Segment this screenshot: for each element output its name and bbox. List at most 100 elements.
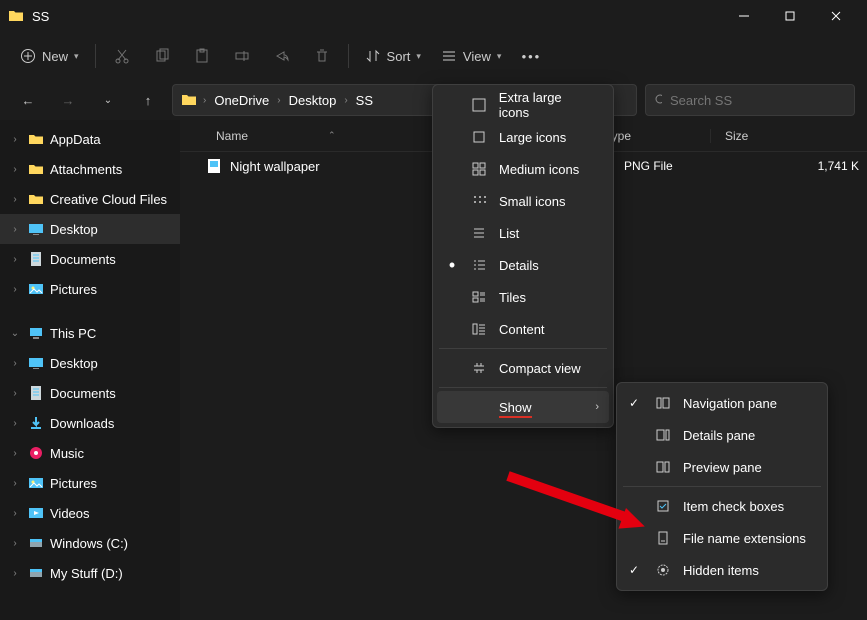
minimize-button[interactable] xyxy=(721,0,767,32)
rename-icon xyxy=(234,48,250,64)
view-mode-icon xyxy=(471,194,487,208)
paste-icon xyxy=(194,48,210,64)
separator xyxy=(623,486,821,487)
menu-item[interactable]: Item check boxes xyxy=(621,490,823,522)
file-name: Night wallpaper xyxy=(230,159,320,174)
separator xyxy=(95,44,96,68)
copy-button[interactable] xyxy=(144,38,180,74)
sidebar-item-label: Pictures xyxy=(50,282,97,297)
separator xyxy=(439,348,607,349)
sidebar-item[interactable]: ›AppData xyxy=(0,124,180,154)
menu-item[interactable]: Large icons xyxy=(437,121,609,153)
menu-item-label: Content xyxy=(499,322,545,337)
chevron-right-icon: › xyxy=(595,401,599,413)
file-type: PNG File xyxy=(610,159,730,173)
check-icon: ✓ xyxy=(629,563,643,577)
forward-button[interactable]: → xyxy=(52,84,84,116)
menu-item[interactable]: •Details xyxy=(437,249,609,281)
sidebar-item[interactable]: ›Creative Cloud Files xyxy=(0,184,180,214)
file-list-area: Name⌃ Type Size Night wallpaper :35 PNG … xyxy=(180,120,867,620)
menu-item-label: Details pane xyxy=(683,428,755,443)
trash-icon xyxy=(314,48,330,64)
menu-item[interactable]: File name extensions xyxy=(621,522,823,554)
window-title: SS xyxy=(32,9,721,24)
up-button[interactable]: ↑ xyxy=(132,84,164,116)
search-icon xyxy=(654,93,662,107)
recent-button[interactable]: ⌄ xyxy=(92,84,124,116)
breadcrumb-item[interactable]: Desktop xyxy=(287,93,339,108)
folder-icon xyxy=(8,8,24,24)
column-size[interactable]: Size xyxy=(710,129,867,143)
pane-icon xyxy=(655,563,671,577)
toolbar: New ▾ Sort ▾ View ▾ ••• xyxy=(0,32,867,80)
paste-button[interactable] xyxy=(184,38,220,74)
menu-item-label: Item check boxes xyxy=(683,499,784,514)
menu-item[interactable]: List xyxy=(437,217,609,249)
search-box[interactable] xyxy=(645,84,855,116)
view-mode-icon xyxy=(471,130,487,144)
menu-item[interactable]: Small icons xyxy=(437,185,609,217)
breadcrumb-item[interactable]: SS xyxy=(354,93,375,108)
sidebar-item-label: Attachments xyxy=(50,162,122,177)
rename-button[interactable] xyxy=(224,38,260,74)
menu-item[interactable]: ✓Navigation pane xyxy=(621,387,823,419)
chevron-right-icon: › xyxy=(8,164,22,175)
menu-item[interactable]: Preview pane xyxy=(621,451,823,483)
sidebar-item[interactable]: › Attachments xyxy=(0,154,180,184)
share-button[interactable] xyxy=(264,38,300,74)
menu-item[interactable]: Details pane xyxy=(621,419,823,451)
pane-icon xyxy=(655,428,671,442)
menu-item-label: Hidden items xyxy=(683,563,759,578)
menu-item[interactable]: Medium icons xyxy=(437,153,609,185)
sidebar-item[interactable]: ›Pictures xyxy=(0,274,180,304)
view-button[interactable]: View ▾ xyxy=(433,38,509,74)
menu-item[interactable]: ✓ Hidden items xyxy=(621,554,823,586)
menu-item[interactable]: Content xyxy=(437,313,609,345)
chevron-right-icon: › xyxy=(8,254,22,265)
menu-item-label: Navigation pane xyxy=(683,396,777,411)
sidebar-item[interactable]: ›Music xyxy=(0,438,180,468)
show-submenu: ✓Navigation paneDetails panePreview pane… xyxy=(616,382,828,591)
sidebar-item[interactable]: ›My Stuff (D:) xyxy=(0,558,180,588)
chevron-right-icon: › xyxy=(8,538,22,549)
sidebar-item-label: Pictures xyxy=(50,476,97,491)
copy-icon xyxy=(154,48,170,64)
pane-icon xyxy=(655,499,671,513)
sort-button[interactable]: Sort ▾ xyxy=(357,38,429,74)
sidebar-item[interactable]: › Documents xyxy=(0,244,180,274)
new-button[interactable]: New ▾ xyxy=(12,38,87,74)
chevron-right-icon: › xyxy=(8,568,22,579)
maximize-button[interactable] xyxy=(767,0,813,32)
search-input[interactable] xyxy=(670,93,846,108)
sidebar-item[interactable]: ›Desktop xyxy=(0,348,180,378)
more-button[interactable]: ••• xyxy=(513,38,549,74)
view-mode-icon xyxy=(471,322,487,336)
menu-item[interactable]: Extra large icons xyxy=(437,89,609,121)
sidebar-item[interactable]: ›Videos xyxy=(0,498,180,528)
cut-button[interactable] xyxy=(104,38,140,74)
menu-item-label: Details xyxy=(499,258,539,273)
sidebar-item[interactable]: ›Windows (C:) xyxy=(0,528,180,558)
menu-item[interactable]: Tiles xyxy=(437,281,609,313)
sidebar-item[interactable]: ›Downloads xyxy=(0,408,180,438)
sort-label: Sort xyxy=(387,49,411,64)
menu-item-show[interactable]: Show› xyxy=(437,391,609,423)
menu-item-compact[interactable]: Compact view xyxy=(437,352,609,384)
menu-item-label: Large icons xyxy=(499,130,566,145)
back-button[interactable]: ← xyxy=(12,84,44,116)
delete-button[interactable] xyxy=(304,38,340,74)
breadcrumb-item[interactable]: OneDrive xyxy=(212,93,271,108)
sidebar-item[interactable]: ›Documents xyxy=(0,378,180,408)
view-label: View xyxy=(463,49,491,64)
sidebar-item[interactable]: ›Pictures xyxy=(0,468,180,498)
sidebar-item-label: Documents xyxy=(50,252,116,267)
menu-item-label: List xyxy=(499,226,519,241)
more-icon: ••• xyxy=(522,49,542,64)
sidebar-item-label: This PC xyxy=(50,326,96,341)
sidebar-item-thispc[interactable]: ⌄ This PC xyxy=(0,318,180,348)
sidebar-item[interactable]: ›Desktop xyxy=(0,214,180,244)
view-mode-icon xyxy=(471,290,487,304)
pane-icon xyxy=(655,531,671,545)
close-button[interactable] xyxy=(813,0,859,32)
separator xyxy=(348,44,349,68)
